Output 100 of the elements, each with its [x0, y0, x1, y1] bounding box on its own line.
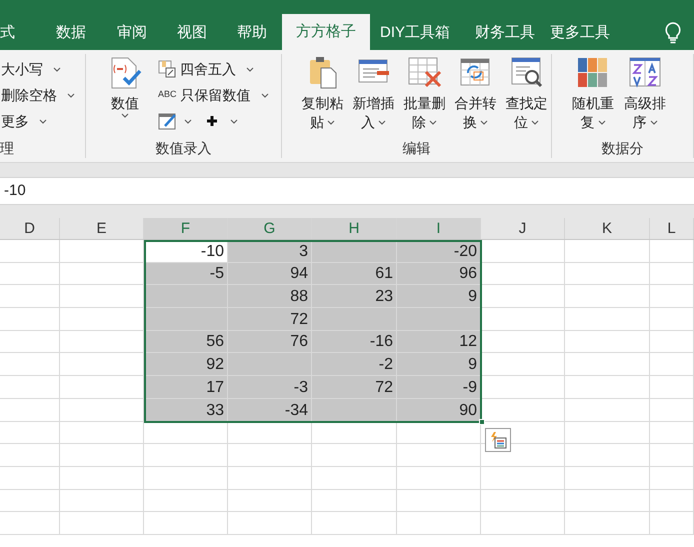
- column-header[interactable]: J: [481, 218, 565, 239]
- table-cell[interactable]: [0, 353, 60, 376]
- table-cell[interactable]: [650, 466, 694, 490]
- table-cell[interactable]: [312, 444, 397, 467]
- table-cell[interactable]: -34: [228, 398, 312, 422]
- table-cell[interactable]: [0, 376, 60, 399]
- table-cell[interactable]: [481, 262, 565, 286]
- ribbon-tab[interactable]: 帮助: [222, 17, 282, 50]
- table-cell[interactable]: [0, 262, 60, 286]
- table-cell[interactable]: [312, 398, 397, 422]
- table-cell[interactable]: [312, 490, 397, 512]
- table-cell[interactable]: -16: [312, 330, 397, 354]
- table-cell[interactable]: [228, 422, 312, 444]
- lightbulb-icon[interactable]: [664, 22, 682, 44]
- table-cell[interactable]: 9: [397, 353, 481, 376]
- table-cell[interactable]: [144, 308, 228, 331]
- table-cell[interactable]: [0, 422, 60, 444]
- table-cell[interactable]: [650, 240, 694, 263]
- table-cell[interactable]: [650, 512, 694, 535]
- table-cell[interactable]: [228, 444, 312, 467]
- ribbon-button[interactable]: 随机重 复: [568, 56, 618, 132]
- table-cell[interactable]: [397, 490, 481, 512]
- table-cell[interactable]: 96: [397, 262, 481, 286]
- table-cell[interactable]: [0, 444, 60, 467]
- table-cell[interactable]: [144, 422, 228, 444]
- table-cell[interactable]: [312, 512, 397, 535]
- edit-table-button[interactable]: [158, 112, 192, 130]
- table-cell[interactable]: [60, 308, 144, 331]
- table-cell[interactable]: [565, 308, 650, 331]
- column-header[interactable]: G: [228, 218, 312, 239]
- ribbon-tab[interactable]: 方方格子: [282, 14, 370, 50]
- table-cell[interactable]: [60, 466, 144, 490]
- table-cell[interactable]: [397, 466, 481, 490]
- table-cell[interactable]: -2: [312, 353, 397, 376]
- table-cell[interactable]: [60, 512, 144, 535]
- ribbon-button[interactable]: 大小写: [1, 56, 75, 82]
- ribbon-tab[interactable]: 审阅: [102, 17, 162, 50]
- table-cell[interactable]: [144, 466, 228, 490]
- table-cell[interactable]: 17: [144, 376, 228, 399]
- column-header[interactable]: H: [312, 218, 397, 239]
- ribbon-tab[interactable]: DIY工具箱: [370, 17, 460, 50]
- table-cell[interactable]: [565, 240, 650, 263]
- column-header[interactable]: F: [144, 218, 228, 239]
- table-cell[interactable]: [565, 376, 650, 399]
- ribbon-tab[interactable]: 更多工具: [550, 17, 610, 50]
- table-cell[interactable]: [0, 398, 60, 422]
- table-cell[interactable]: [312, 422, 397, 444]
- table-cell[interactable]: -5: [144, 262, 228, 286]
- table-cell[interactable]: [481, 353, 565, 376]
- ribbon-button[interactable]: 更多: [1, 108, 75, 134]
- table-cell[interactable]: [481, 330, 565, 354]
- table-cell[interactable]: [481, 308, 565, 331]
- table-cell[interactable]: [397, 308, 481, 331]
- table-cell[interactable]: [228, 490, 312, 512]
- column-header[interactable]: I: [397, 218, 481, 239]
- table-cell[interactable]: [481, 512, 565, 535]
- column-header[interactable]: L: [650, 218, 694, 239]
- table-cell[interactable]: [60, 353, 144, 376]
- table-cell[interactable]: [144, 490, 228, 512]
- table-cell[interactable]: [565, 353, 650, 376]
- table-cell[interactable]: [60, 376, 144, 399]
- table-cell[interactable]: -9: [397, 376, 481, 399]
- table-cell[interactable]: [565, 490, 650, 512]
- table-cell[interactable]: [397, 444, 481, 467]
- table-cell[interactable]: [0, 512, 60, 535]
- table-cell[interactable]: [650, 353, 694, 376]
- table-cell[interactable]: 94: [228, 262, 312, 286]
- table-cell[interactable]: [650, 308, 694, 331]
- table-cell[interactable]: [650, 376, 694, 399]
- table-cell[interactable]: [60, 444, 144, 467]
- table-cell[interactable]: [650, 490, 694, 512]
- table-cell[interactable]: [144, 285, 228, 308]
- table-cell[interactable]: 9: [397, 285, 481, 308]
- table-cell[interactable]: -3: [228, 376, 312, 399]
- table-cell[interactable]: [481, 376, 565, 399]
- ribbon-button[interactable]: 删除空格: [1, 82, 75, 108]
- table-cell[interactable]: [0, 466, 60, 490]
- table-cell[interactable]: [565, 330, 650, 354]
- table-cell[interactable]: 72: [228, 308, 312, 331]
- table-cell[interactable]: 23: [312, 285, 397, 308]
- table-cell[interactable]: [397, 512, 481, 535]
- ribbon-button[interactable]: ABC 只保留数值: [158, 82, 269, 108]
- table-cell[interactable]: 88: [228, 285, 312, 308]
- ribbon-button[interactable]: 高级排 序: [620, 56, 670, 132]
- table-cell[interactable]: 90: [397, 398, 481, 422]
- table-cell[interactable]: [60, 422, 144, 444]
- ribbon-tab[interactable]: 式: [0, 17, 40, 50]
- table-cell[interactable]: [565, 466, 650, 490]
- table-cell[interactable]: [0, 330, 60, 354]
- ribbon-tab[interactable]: 视图: [162, 17, 222, 50]
- table-cell[interactable]: [0, 308, 60, 331]
- table-cell[interactable]: [481, 490, 565, 512]
- ribbon-button[interactable]: 新增插 入: [349, 56, 398, 132]
- table-cell[interactable]: [565, 444, 650, 467]
- table-cell[interactable]: [228, 512, 312, 535]
- quick-analysis-button[interactable]: [485, 428, 511, 452]
- table-cell[interactable]: [565, 262, 650, 286]
- table-cell[interactable]: [481, 466, 565, 490]
- table-cell[interactable]: [481, 240, 565, 263]
- table-cell[interactable]: [60, 240, 144, 263]
